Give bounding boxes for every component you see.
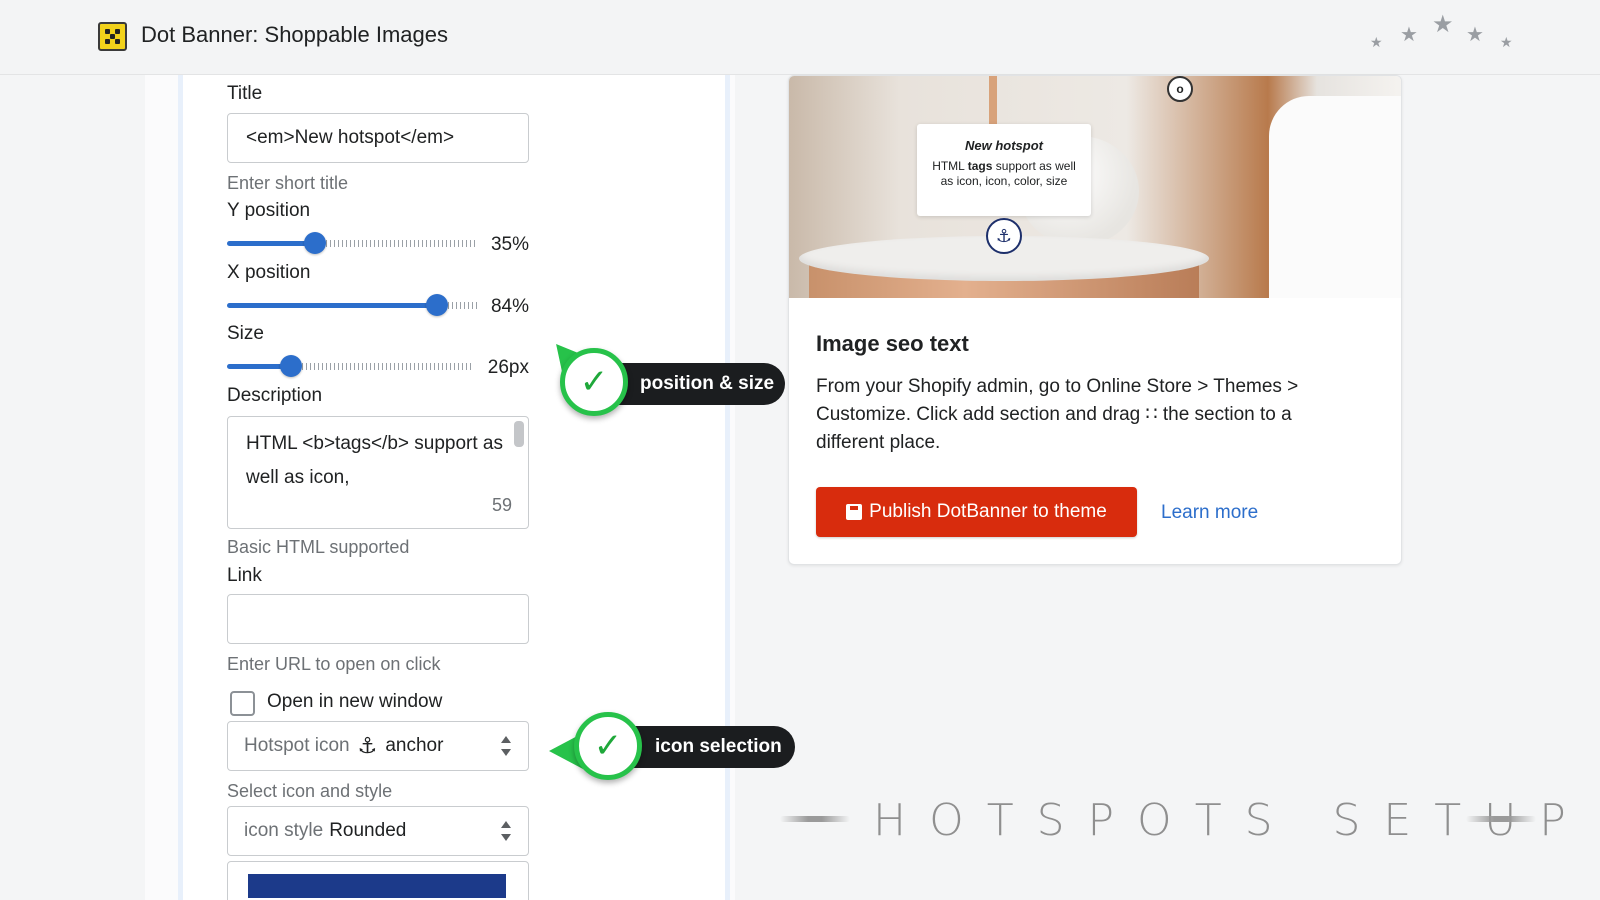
y-position-slider[interactable] <box>227 232 477 254</box>
slider-track <box>326 240 477 247</box>
color-swatch[interactable] <box>248 874 506 898</box>
slider-track <box>302 363 473 370</box>
publish-button[interactable]: Publish DotBanner to theme <box>816 487 1137 537</box>
description-scrollbar[interactable] <box>514 421 524 447</box>
icon-style-select[interactable]: icon style Rounded <box>227 806 529 856</box>
preview-card: o New hotspot HTML tags support as well … <box>788 75 1402 565</box>
check-badge-icon: ✓ <box>574 712 642 780</box>
seo-heading: Image seo text <box>816 331 969 356</box>
slider-thumb[interactable] <box>426 294 448 316</box>
anchor-icon: ⚓ <box>357 733 378 758</box>
learn-more-link[interactable]: Learn more <box>1161 502 1258 524</box>
stars-icon: ★ ★ ★ ★ ★ <box>1370 11 1513 50</box>
app-top-bar: Dot Banner: Shoppable Images ★ ★ ★ ★ ★ <box>0 0 1600 75</box>
icon-style-select-key: icon style <box>244 820 324 841</box>
select-caret-icon <box>500 819 512 843</box>
title-help-text: Enter short title <box>227 173 349 193</box>
description-help-text: Basic HTML supported <box>227 537 410 557</box>
description-char-count: 59 <box>491 495 512 515</box>
description-textarea[interactable]: HTML <b>tags</b> support as well as icon… <box>227 416 529 529</box>
hotspot-icon-select-key: Hotspot icon <box>244 735 350 756</box>
x-position-slider[interactable] <box>227 294 477 316</box>
image-pillow <box>1269 96 1401 298</box>
title-input[interactable]: <em>New hotspot</em> <box>227 113 529 163</box>
hotspot-tooltip: New hotspot HTML tags support as well as… <box>917 124 1091 216</box>
icon-style-select-value: Rounded <box>329 820 407 841</box>
slider-thumb[interactable] <box>280 355 302 377</box>
size-label: Size <box>227 323 264 344</box>
icon-help-text: Select icon and style <box>227 781 393 801</box>
check-icon: ✓ <box>579 363 609 401</box>
slider-track-fill <box>227 303 437 308</box>
link-help-text: Enter URL to open on click <box>227 654 441 674</box>
description-text: HTML <b>tags</b> support as well as icon… <box>246 433 504 488</box>
description-label: Description <box>227 385 323 406</box>
select-caret-icon <box>500 734 512 758</box>
size-value: 26px <box>487 357 529 378</box>
app-title: Dot Banner: Shoppable Images <box>141 22 448 47</box>
publish-button-label: Publish DotBanner to theme <box>869 501 1107 522</box>
link-label: Link <box>227 565 262 586</box>
tooltip-body: HTML tags support as well as icon, icon,… <box>932 159 1076 188</box>
check-icon: ✓ <box>593 727 623 765</box>
callout-position-size-text: position & size <box>640 373 775 394</box>
size-slider[interactable] <box>227 355 473 377</box>
title-label: Title <box>227 83 263 104</box>
app-logo-icon <box>98 22 127 51</box>
slider-thumb[interactable] <box>304 232 326 254</box>
check-badge-icon: ✓ <box>560 348 628 416</box>
y-position-value: 35% <box>490 234 529 255</box>
tooltip-title: New hotspot <box>965 138 1043 153</box>
open-new-window-label: Open in new window <box>267 691 443 712</box>
link-input[interactable] <box>227 594 529 644</box>
x-position-label: X position <box>227 262 311 283</box>
callout-icon-selection-text: icon selection <box>655 736 782 757</box>
x-position-value: 84% <box>490 296 529 317</box>
right-arrow-decoration <box>1466 816 1536 822</box>
seo-body-text: From your Shopify admin, go to Online St… <box>816 376 1299 453</box>
color-picker[interactable] <box>227 861 529 900</box>
open-new-window-checkbox[interactable] <box>230 691 255 716</box>
preview-banner-image[interactable]: o New hotspot HTML tags support as well … <box>789 76 1401 298</box>
save-icon <box>846 504 863 520</box>
hotspot-icon-select-value: anchor <box>385 735 444 756</box>
left-arrow-decoration <box>780 816 850 822</box>
hotspot-icon-select[interactable]: Hotspot icon ⚓ anchor <box>227 721 529 771</box>
y-position-label: Y position <box>227 200 311 221</box>
slider-track-fill <box>227 241 315 246</box>
hotspot-anchor-icon[interactable]: ⚓ <box>986 218 1022 254</box>
hotspot-dot-icon[interactable]: o <box>1167 76 1193 102</box>
